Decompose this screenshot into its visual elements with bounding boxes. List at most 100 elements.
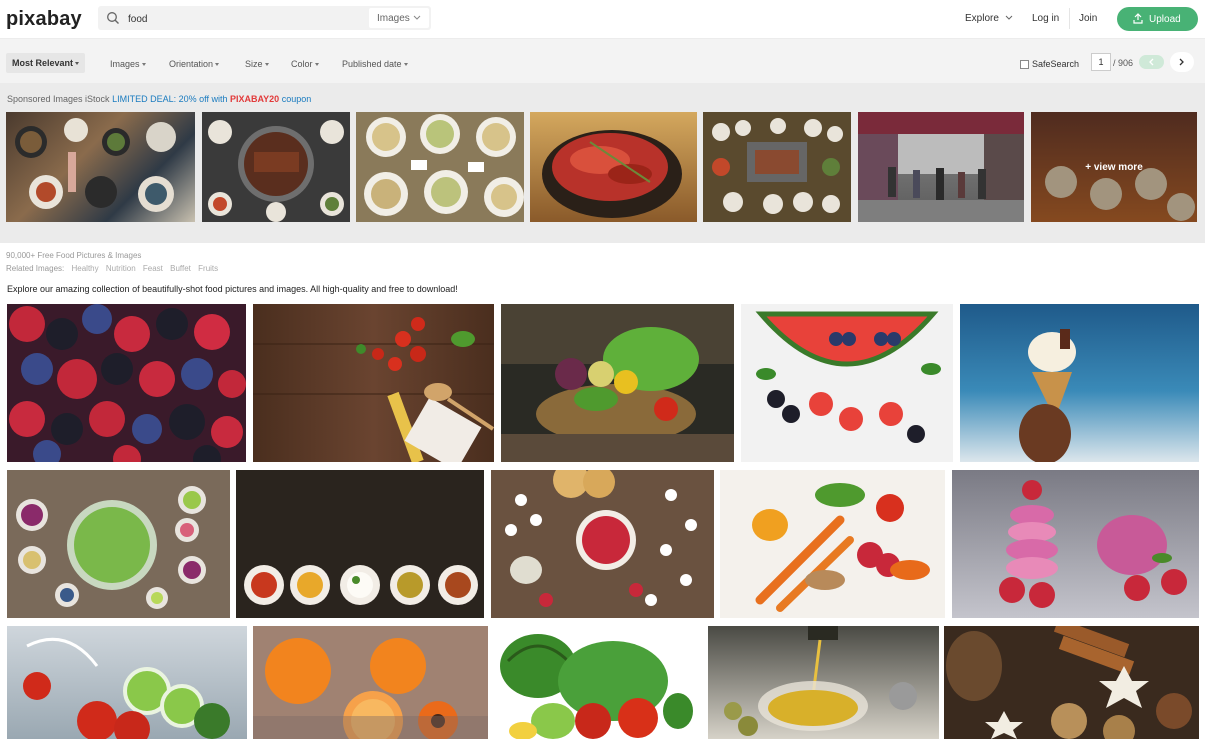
gallery-image[interactable]: [741, 304, 953, 462]
gallery-image[interactable]: [236, 470, 484, 618]
gallery-image[interactable]: [7, 470, 230, 618]
join-link[interactable]: Join: [1079, 13, 1097, 24]
size-filter[interactable]: Size: [245, 59, 269, 69]
related-tag[interactable]: Buffet: [170, 264, 191, 273]
sponsored-image[interactable]: [530, 112, 697, 222]
published-date-label: Published date: [342, 59, 402, 69]
page-total: / 906: [1113, 58, 1134, 68]
sponsored-image[interactable]: + view more: [1031, 112, 1197, 222]
related-tag[interactable]: Healthy: [72, 264, 99, 273]
orientation-filter-label: Orientation: [169, 59, 214, 69]
sort-label: Most Relevant: [12, 58, 74, 68]
caret-down-icon: [264, 63, 269, 67]
type-filter[interactable]: Images: [110, 59, 146, 69]
pixabay-logo[interactable]: pixabay: [6, 8, 82, 31]
vegetable-splash-photo: [23, 637, 230, 739]
gallery-image[interactable]: [720, 470, 945, 618]
orientation-filter[interactable]: Orientation: [169, 59, 220, 69]
deal-suffix: coupon: [281, 94, 312, 104]
gallery-image[interactable]: [960, 304, 1199, 462]
christmas-spices-photo: [946, 626, 1192, 739]
gallery-image[interactable]: [7, 304, 246, 462]
sponsored-banner: Sponsored Images iStock LIMITED DEAL: 20…: [7, 94, 311, 104]
gallery-image[interactable]: [493, 626, 701, 739]
login-link[interactable]: Log in: [1032, 13, 1059, 24]
raspberries-daisies-photo: [505, 470, 697, 607]
gallery-image[interactable]: [491, 470, 714, 618]
caret-down-icon: [75, 62, 80, 66]
watermelon-veggies-photo: [500, 634, 693, 739]
explore-menu[interactable]: Explore: [965, 13, 1013, 24]
next-page-button[interactable]: [1170, 52, 1194, 72]
bbq-table-overhead-photo: [712, 118, 843, 214]
sponsored-section: Sponsored Images iStock LIMITED DEAL: 20…: [0, 83, 1205, 243]
kimchi-bowl-photo: [542, 130, 682, 218]
chevron-down-icon: [413, 15, 421, 20]
gallery-image[interactable]: [708, 626, 939, 739]
upload-button[interactable]: Upload: [1117, 7, 1198, 31]
filter-bar: Most Relevant Images Orientation Size Co…: [0, 39, 1205, 83]
sponsored-prefix: Sponsored Images iStock: [7, 94, 110, 104]
vegetable-basket-photo: [501, 304, 734, 462]
view-more-button[interactable]: + view more: [1031, 112, 1197, 222]
page-number-input[interactable]: 1: [1091, 53, 1111, 71]
results-count: 90,000+ Free Food Pictures & Images: [6, 251, 142, 260]
sponsored-image[interactable]: [858, 112, 1024, 222]
gallery-image[interactable]: [253, 626, 488, 739]
caret-down-icon: [141, 63, 146, 67]
size-filter-label: Size: [245, 59, 263, 69]
color-filter[interactable]: Color: [291, 59, 319, 69]
sponsored-image[interactable]: [6, 112, 195, 222]
prev-page-button[interactable]: [1139, 55, 1164, 69]
safesearch-label: SafeSearch: [1032, 59, 1080, 69]
busy-market-street-photo: [858, 112, 1024, 222]
related-label: Related Images:: [6, 264, 65, 273]
nav-divider: [1069, 8, 1070, 29]
safesearch-toggle[interactable]: SafeSearch: [1020, 59, 1080, 70]
salad-bowls-table-photo: [16, 486, 206, 609]
page-description: Explore our amazing collection of beauti…: [7, 284, 458, 294]
deal-text: LIMITED DEAL: 20% off with: [112, 94, 228, 104]
ice-cream-cone-photo: [1019, 329, 1076, 462]
noodle-bowls-photo: [364, 114, 524, 217]
watermelon-hearts-photo: [755, 311, 941, 443]
related-images: Related Images: Healthy Nutrition Feast …: [6, 264, 218, 273]
sort-dropdown[interactable]: Most Relevant: [6, 53, 86, 73]
sponsored-image[interactable]: [703, 112, 851, 222]
pink-macarons-photo: [999, 480, 1187, 608]
sponsored-image[interactable]: [356, 112, 524, 222]
gallery-image[interactable]: [952, 470, 1199, 618]
upload-label: Upload: [1149, 14, 1181, 25]
related-tag[interactable]: Fruits: [198, 264, 218, 273]
chevron-left-icon: [1149, 58, 1154, 66]
top-header: pixabay Images Explore Log in Join Uploa…: [0, 0, 1205, 39]
safesearch-checkbox[interactable]: [1020, 60, 1029, 70]
caret-down-icon: [403, 63, 408, 67]
coupon-code: PIXABAY20: [229, 94, 280, 104]
search-bar: Images: [98, 6, 431, 30]
upload-icon: [1133, 13, 1143, 24]
olive-oil-pour-photo: [724, 626, 917, 736]
explore-label: Explore: [965, 13, 999, 24]
sponsored-image[interactable]: [202, 112, 350, 222]
korean-table-spread-photo: [15, 118, 176, 212]
gallery-image[interactable]: [7, 626, 247, 739]
search-input[interactable]: [126, 9, 360, 29]
color-filter-label: Color: [291, 59, 313, 69]
search-icon: [107, 12, 119, 24]
type-filter-label: Images: [110, 59, 140, 69]
published-date-filter[interactable]: Published date: [342, 59, 408, 69]
tomatoes-pasta-wood-photo: [253, 317, 494, 462]
related-tag[interactable]: Feast: [143, 264, 163, 273]
search-type-select[interactable]: Images: [369, 8, 429, 28]
caret-down-icon: [314, 63, 319, 67]
gallery-image[interactable]: [253, 304, 494, 462]
gallery-image[interactable]: [944, 626, 1199, 739]
deal-link[interactable]: LIMITED DEAL: 20% off with PIXABAY20 cou…: [112, 94, 311, 104]
spice-bowls-dark-photo: [244, 565, 478, 605]
search-type-label: Images: [377, 13, 410, 24]
related-tag[interactable]: Nutrition: [106, 264, 136, 273]
berries-mix-photo: [9, 304, 246, 462]
gallery-image[interactable]: [501, 304, 734, 462]
oranges-gerbera-photo: [253, 638, 488, 739]
